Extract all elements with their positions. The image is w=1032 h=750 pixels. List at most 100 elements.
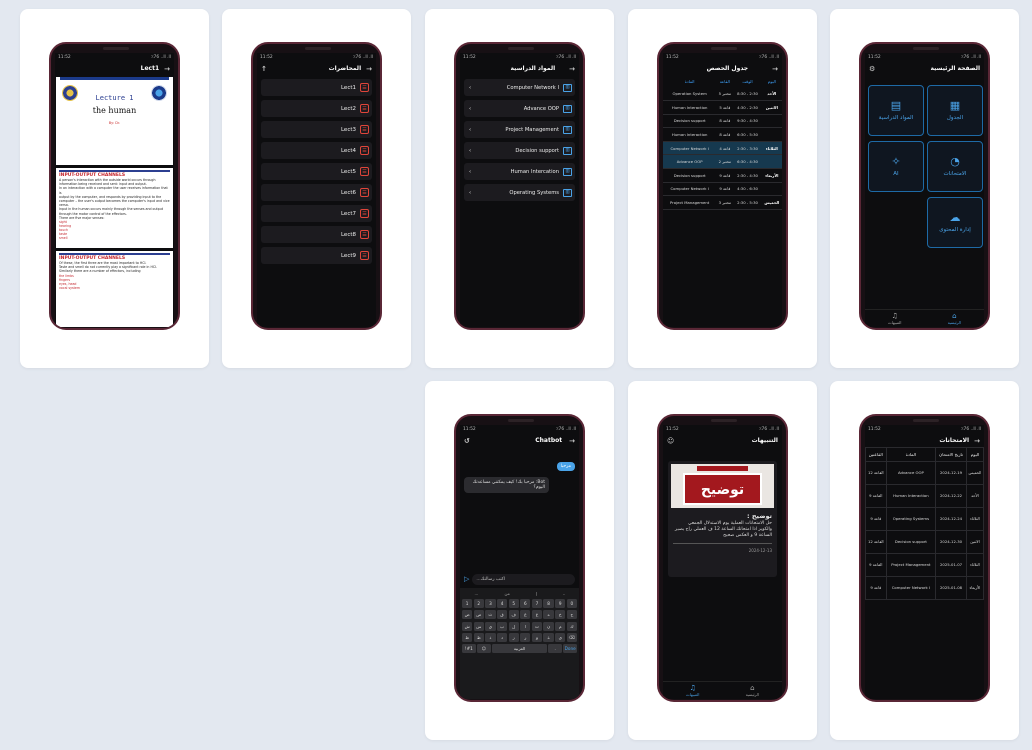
keyboard-key[interactable]: ة	[543, 632, 554, 642]
back-arrow-icon[interactable]: →	[772, 65, 778, 73]
cover-note: By: Dr.	[108, 121, 121, 125]
list-item[interactable]: Lect5 ☰	[261, 163, 372, 180]
list-item[interactable]: Lect4 ☰	[261, 142, 372, 159]
list-item[interactable]: Lect6 ☰	[261, 184, 372, 201]
notification-heading: توضيح :	[747, 512, 772, 520]
keyboard-key[interactable]: 6	[520, 598, 531, 608]
keyboard-key[interactable]: ص	[473, 610, 484, 620]
upload-icon[interactable]: ↑	[261, 65, 267, 73]
list-item[interactable]: Lect2 ☰	[261, 100, 372, 117]
keyboard-key[interactable]: 3	[485, 598, 496, 608]
cell-day: الأحد	[965, 484, 984, 508]
suggestion[interactable]: ...	[474, 591, 478, 596]
keyboard-key[interactable]: و	[531, 632, 543, 642]
keyboard-key[interactable]: 4	[496, 598, 508, 608]
keyboard-key[interactable]: ي	[485, 621, 496, 631]
list-item[interactable]: Lect8 ☰	[261, 226, 372, 243]
keyboard-key[interactable]: 5	[508, 598, 519, 608]
list-item[interactable]: Lect7 ☰	[261, 205, 372, 222]
list-item[interactable]: ‹ Project Management ▥	[464, 121, 575, 138]
keyboard-key[interactable]: ت	[531, 621, 543, 631]
keyboard-key[interactable]: ك	[566, 621, 578, 631]
message-input[interactable]: اكتب رسالتك...	[472, 573, 575, 585]
done-key[interactable]: Done	[563, 644, 578, 654]
keyboard-key[interactable]: س	[473, 621, 484, 631]
emoji-key[interactable]: ☺	[477, 644, 491, 654]
phone-frame: 11:52 ٪76 ..ll .ll المواد الدراسية → ‹ Com…	[454, 42, 585, 330]
notification-card[interactable]: توضيح توضيح : حل الامتحانات العملية يوم …	[668, 461, 777, 577]
keyboard-key[interactable]: ط	[473, 632, 484, 642]
list-item[interactable]: ‹ Advance OOP ▥	[464, 100, 575, 117]
notifications-screen: 11:52 ٪76 ..ll .ll ☺ التنبيهات توضيح توضي…	[663, 425, 782, 699]
list-item[interactable]: Lect1 ☰	[261, 79, 372, 96]
keyboard-key[interactable]: ب	[496, 621, 508, 631]
keyboard-key[interactable]: ى	[555, 632, 566, 642]
document-icon: ☰	[360, 167, 369, 176]
tile-schedule[interactable]: ▦ الجدول	[927, 85, 983, 136]
tile-ai[interactable]: ✧ AI	[868, 141, 924, 192]
keyboard-key[interactable]: 7	[531, 598, 543, 608]
keyboard-key[interactable]: م	[555, 621, 566, 631]
keyboard-key[interactable]: ش	[462, 621, 473, 631]
back-arrow-icon[interactable]: →	[569, 437, 575, 445]
period-key[interactable]: .	[548, 644, 562, 654]
suggestion[interactable]: ـ	[563, 591, 564, 596]
keyboard-key[interactable]: ع	[531, 610, 543, 620]
keyboard-key[interactable]: ض	[462, 610, 473, 620]
send-icon[interactable]: ▷	[464, 575, 469, 583]
nav-home[interactable]: ⌂ الرئيسية	[746, 684, 759, 697]
tile-subjects[interactable]: ▤ المواد الدراسية	[868, 85, 924, 136]
space-key[interactable]: العربية	[492, 644, 547, 654]
back-arrow-icon[interactable]: →	[569, 65, 575, 73]
list-item[interactable]: ‹ Operating Systems ▥	[464, 184, 575, 201]
keyboard-key[interactable]: ث	[485, 610, 496, 620]
keyboard-key[interactable]: 9	[555, 598, 566, 608]
keyboard-key[interactable]: ن	[543, 621, 554, 631]
back-arrow-icon[interactable]: →	[974, 437, 980, 445]
symbols-key[interactable]: !#1	[462, 644, 476, 654]
list-item[interactable]: Lect9 ☰	[261, 247, 372, 264]
calendar-icon: ▦	[949, 99, 961, 112]
keyboard-key[interactable]: ه	[543, 610, 554, 620]
keyboard-key[interactable]: ظ	[462, 632, 473, 642]
keyboard-key[interactable]: ح	[566, 610, 578, 620]
suggestion[interactable]: إ	[536, 591, 537, 596]
keyboard-key[interactable]: 1	[462, 598, 473, 608]
keyboard-key[interactable]: ل	[508, 621, 519, 631]
list-item[interactable]: ‹ Decision support ▥	[464, 142, 575, 159]
cell-room: القاعة 12	[865, 461, 887, 485]
list-item[interactable]: Lect3 ☰	[261, 121, 372, 138]
keyboard-key[interactable]: ذ	[485, 632, 496, 642]
keyboard-key[interactable]: د	[496, 632, 508, 642]
tile-exams[interactable]: ◔ الامتحانات	[927, 141, 983, 192]
keyboard-key[interactable]: ز	[508, 632, 519, 642]
home-icon: ⌂	[952, 312, 957, 320]
keyboard-key[interactable]: 8	[543, 598, 554, 608]
keyboard-key[interactable]: ر	[520, 632, 531, 642]
list-item[interactable]: ‹ Computer Network I ▥	[464, 79, 575, 96]
nav-notifications[interactable]: ♫ التنبيهات	[686, 684, 699, 697]
keyboard-key[interactable]: ق	[496, 610, 508, 620]
nav-notifications[interactable]: ♫ التنبيهات	[888, 312, 901, 325]
cell-room: القاعة 9	[865, 553, 887, 577]
table-row: قاعة 9 Operating Systems 2024-12-24 الثلاثا…	[865, 507, 984, 531]
keyboard-key[interactable]: ا	[520, 621, 531, 631]
list-item[interactable]: ‹ Human Intercation ▥	[464, 163, 575, 180]
cell-subject: Advance OOP	[663, 154, 717, 170]
keyboard-key[interactable]: 0	[566, 598, 578, 608]
tile-content-management[interactable]: ☁ إدارة المحتوى	[927, 197, 983, 248]
lecture-label: Lect4	[340, 147, 356, 154]
keyboard-key[interactable]: ⌫	[566, 632, 578, 642]
settings-gear-icon[interactable]: ⚙	[869, 65, 875, 73]
keyboard-key[interactable]: 2	[473, 598, 484, 608]
keyboard-key[interactable]: غ	[520, 610, 531, 620]
back-arrow-icon[interactable]: →	[366, 65, 372, 73]
nav-home[interactable]: ⌂ الرئيسية	[948, 312, 961, 325]
back-arrow-icon[interactable]: →	[164, 65, 170, 73]
keyboard-key[interactable]: خ	[555, 610, 566, 620]
cell-subject: Computer Network I	[663, 141, 717, 156]
history-icon[interactable]: ↺	[464, 437, 470, 445]
chat-icon[interactable]: ☺	[667, 437, 674, 445]
suggestion[interactable]: من	[505, 591, 510, 596]
keyboard-key[interactable]: ف	[508, 610, 519, 620]
